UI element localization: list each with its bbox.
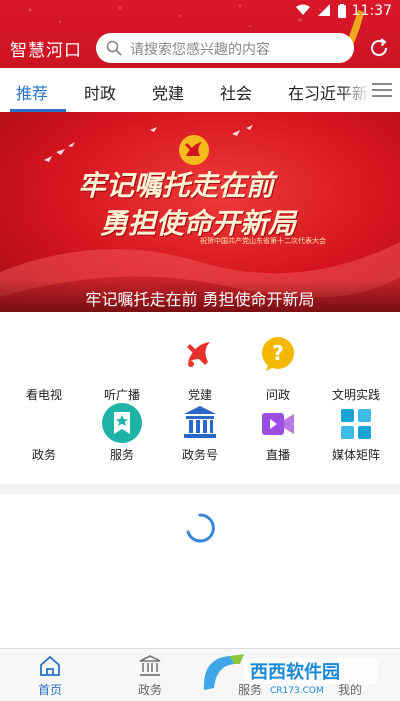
- question-icon: ?: [262, 337, 294, 371]
- grid-item-civilization[interactable]: 文明实践: [316, 328, 396, 408]
- tab-party-building[interactable]: 党建: [152, 80, 184, 104]
- grid-item-label: 党建: [187, 388, 212, 402]
- tab-recommend[interactable]: 推荐: [16, 80, 48, 104]
- search-input[interactable]: 请搜索您感兴趣的内容: [96, 33, 354, 63]
- government-building-icon: [184, 406, 216, 438]
- government-icon: [139, 655, 161, 676]
- tabs-menu-icon[interactable]: [368, 78, 396, 102]
- search-placeholder: 请搜索您感兴趣的内容: [130, 42, 270, 58]
- grid-item-label: 服务: [109, 448, 134, 462]
- tab-politics[interactable]: 时政: [84, 80, 116, 104]
- watermark-brand: 西西软件园: [250, 661, 340, 683]
- category-tabs: 推荐 时政 党建 社会 在习近平新: [0, 68, 400, 113]
- grid-item-inquiry[interactable]: ? 问政: [238, 328, 318, 408]
- grid-item-radio[interactable]: 听广播: [82, 328, 162, 408]
- nav-government[interactable]: 政务: [100, 649, 200, 701]
- grid-item-label: 文明实践: [331, 388, 380, 402]
- service-icon: [102, 403, 142, 443]
- app-title: 智慧河口: [10, 41, 82, 61]
- battery-icon: [338, 4, 346, 22]
- grid-item-tv[interactable]: 看电视: [4, 328, 84, 408]
- hero-banner[interactable]: 牢记嘱托走在前 勇担使命开新局 祝贺中国共产党山东省第十二次代表大会 牢记嘱托走…: [0, 112, 400, 312]
- section-divider: [0, 484, 400, 494]
- grid-item-label: 问政: [265, 388, 290, 402]
- grid-item-label: 直播: [265, 448, 290, 462]
- party-emblem-graphic: [179, 135, 209, 165]
- live-video-icon: [262, 413, 294, 435]
- refresh-icon[interactable]: [368, 37, 390, 59]
- status-bar: 11:37: [0, 0, 400, 24]
- wifi-icon: [296, 4, 310, 20]
- watermark-domain: CR173.COM: [270, 686, 324, 696]
- svg-text:?: ?: [272, 341, 284, 365]
- grid-item-label: 政务号: [181, 448, 218, 462]
- grid-item-gov-affairs[interactable]: 政务: [4, 402, 84, 482]
- banner-caption: 牢记嘱托走在前 勇担使命开新局: [85, 290, 315, 309]
- app-header: 11:37 智慧河口 请搜索您感兴趣的内容: [0, 0, 400, 68]
- home-icon: [40, 655, 60, 676]
- grid-item-label: 听广播: [103, 388, 140, 402]
- grid-item-label: 看电视: [25, 388, 62, 402]
- grid-item-live[interactable]: 直播: [238, 402, 318, 482]
- tabs-fade: [340, 68, 370, 112]
- banner-calligraphy-line1: 牢记嘱托走在前: [78, 169, 275, 202]
- nav-home[interactable]: 首页: [0, 649, 100, 701]
- nav-label: 首页: [37, 683, 62, 697]
- banner-subtext: 祝贺中国共产党山东省第十二次代表大会: [200, 237, 326, 245]
- tab-society[interactable]: 社会: [220, 80, 252, 104]
- party-emblem-icon: [187, 342, 210, 367]
- grid-item-party-building[interactable]: 党建: [160, 328, 240, 408]
- grid-item-service[interactable]: 服务: [82, 402, 162, 482]
- watermark-logo: 西西软件园 CR173.COM: [200, 650, 380, 696]
- service-grid: 看电视 听广播 党建 ? 问政 文明实践 政务 服务 政务号 直播 媒体矩阵: [0, 314, 400, 484]
- grid-item-gov-account[interactable]: 政务号: [160, 402, 240, 482]
- search-icon: [106, 40, 122, 56]
- signal-icon: [318, 4, 330, 20]
- loading-spinner-icon: [186, 513, 215, 543]
- nav-label: 政务: [137, 683, 162, 697]
- media-matrix-icon: [341, 409, 371, 439]
- grid-item-label: 媒体矩阵: [331, 448, 380, 462]
- grid-item-label: 政务: [31, 448, 56, 462]
- grid-item-media-matrix[interactable]: 媒体矩阵: [316, 402, 396, 482]
- clock: 11:37: [351, 3, 392, 19]
